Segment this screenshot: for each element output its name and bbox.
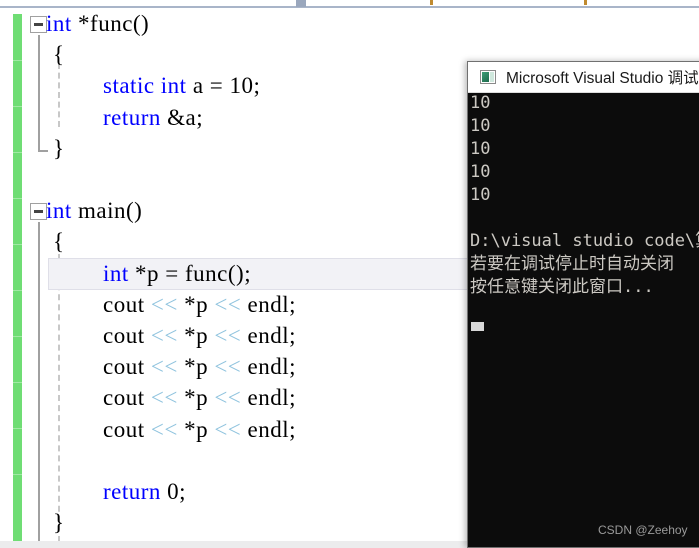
code-keyword: int (103, 260, 129, 286)
code-text: *p (177, 416, 215, 442)
code-text: } (53, 135, 65, 161)
console-output-line: 10 (470, 116, 491, 136)
outlining-bracket-func (38, 35, 40, 152)
code-text: *p (177, 385, 215, 411)
outlining-collapse-func-button[interactable] (30, 16, 47, 33)
track-changes-bar-division (13, 474, 22, 475)
console-output-line: 10 (470, 162, 491, 182)
code-text: main() (71, 198, 143, 224)
code-line[interactable]: int main() (46, 199, 142, 222)
track-changes-bar (13, 14, 22, 544)
debug-console-window[interactable]: Microsoft Visual Studio 调试 10 10 10 10 10 D:\… (467, 61, 699, 548)
code-text: *p (177, 291, 215, 317)
outlining-bracket-main (38, 222, 40, 542)
track-changes-bar-division (13, 244, 22, 245)
console-output-line: D:\visual studio code\算 (470, 231, 699, 251)
code-text: 0; (160, 479, 187, 504)
track-changes-bar-division (13, 60, 22, 61)
code-operator: << (214, 291, 242, 317)
code-keyword: int (46, 198, 72, 224)
code-operator: << (150, 291, 178, 317)
console-title-bar[interactable]: Microsoft Visual Studio 调试 (468, 62, 699, 93)
code-text: *p (177, 323, 215, 348)
code-line[interactable]: } (53, 511, 65, 534)
track-changes-bar-division (13, 336, 22, 337)
code-text: cout (103, 385, 151, 411)
code-operator: << (214, 385, 242, 411)
code-text: endl; (241, 291, 297, 317)
console-window-title: Microsoft Visual Studio 调试 (506, 70, 699, 87)
console-text-cursor (471, 322, 484, 331)
code-line[interactable]: cout << *p << endl; (103, 386, 296, 409)
code-text: *p (177, 354, 215, 380)
track-changes-bar-division (13, 106, 22, 107)
code-operator: << (214, 416, 242, 442)
code-operator: << (214, 323, 242, 348)
code-line[interactable]: cout << *p << endl; (103, 355, 296, 378)
code-text: cout (103, 291, 151, 317)
indent-guide (58, 254, 60, 542)
code-operator: << (150, 323, 178, 348)
tab-marker-right (584, 0, 587, 5)
tab-strip-underline (0, 6, 699, 8)
track-changes-bar-division (13, 152, 22, 153)
code-operator: << (150, 354, 178, 380)
csdn-watermark: CSDN @Zeehoy (598, 523, 688, 537)
code-text: cout (103, 323, 151, 348)
track-changes-bar-division (13, 290, 22, 291)
code-line[interactable]: { (53, 230, 65, 253)
code-keyword: return (103, 479, 161, 504)
code-operator: << (150, 385, 178, 411)
console-output-line: 10 (470, 185, 491, 205)
code-keyword: static (103, 73, 155, 99)
code-line[interactable]: return &a; (103, 106, 203, 129)
code-text: endl; (241, 354, 297, 380)
code-text: a = 10; (186, 73, 261, 99)
editor-tab-strip (0, 0, 699, 8)
code-line[interactable]: static int a = 10; (103, 74, 260, 97)
code-text: *p = func(); (128, 260, 252, 286)
code-line[interactable]: int *func() (46, 12, 149, 35)
editor-splitter-handle[interactable] (296, 0, 306, 7)
code-text: { (53, 229, 65, 255)
code-keyword: int (46, 11, 72, 36)
console-output-line: 10 (470, 93, 491, 113)
code-text: cout (103, 416, 151, 442)
code-text: *func() (71, 11, 150, 36)
tab-marker-left (430, 0, 433, 5)
console-output-line: 若要在调试停止时自动关闭 (470, 254, 674, 274)
code-line[interactable]: { (53, 43, 65, 66)
code-line[interactable]: return 0; (103, 480, 186, 503)
code-line[interactable]: } (53, 137, 65, 160)
code-text: { (53, 42, 65, 68)
track-changes-bar-division (13, 198, 22, 199)
indent-guide (58, 63, 60, 127)
code-line[interactable]: cout << *p << endl; (103, 293, 296, 316)
code-keyword: int (160, 73, 187, 99)
code-text: &a; (160, 104, 204, 130)
code-text: endl; (241, 416, 297, 442)
track-changes-bar-division (13, 428, 22, 429)
code-line[interactable]: cout << *p << endl; (103, 418, 296, 441)
code-line[interactable]: int *p = func(); (103, 262, 251, 285)
code-operator: << (150, 416, 178, 442)
code-text: } (53, 510, 65, 536)
minus-icon (33, 210, 43, 213)
code-text: endl; (241, 323, 297, 348)
code-line[interactable]: cout << *p << endl; (103, 324, 296, 347)
outlining-bracket-func-foot (38, 150, 48, 152)
console-window-icon (480, 70, 496, 84)
code-operator: << (214, 354, 242, 380)
console-output-line: 10 (470, 139, 491, 159)
console-output-area[interactable]: 10 10 10 10 10 D:\visual studio code\算 若要在调试停止… (468, 93, 699, 547)
track-changes-bar-division (13, 382, 22, 383)
code-keyword: return (103, 104, 161, 130)
code-text: cout (103, 354, 151, 380)
code-text: endl; (241, 385, 297, 411)
outlining-collapse-main-button[interactable] (30, 203, 47, 220)
minus-icon (33, 23, 43, 26)
console-output-line: 按任意键关闭此窗口... (470, 277, 654, 297)
